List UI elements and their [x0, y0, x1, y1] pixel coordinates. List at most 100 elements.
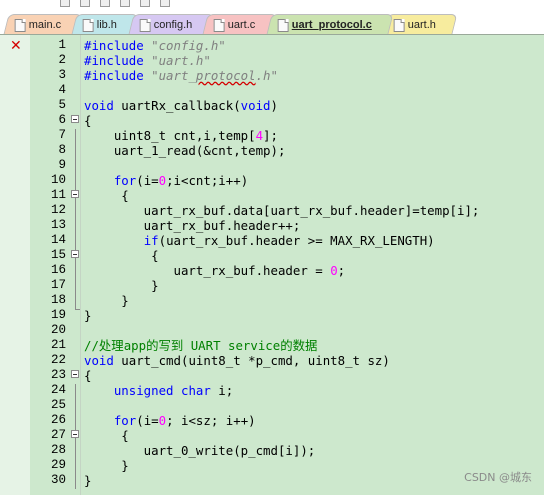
- keyword: if: [143, 233, 159, 248]
- preprocessor-directive: #include: [84, 68, 152, 83]
- code-text: uart_rx_buf.data[uart_rx_buf.header]=tem…: [84, 203, 480, 218]
- fold-toggle-icon[interactable]: [71, 250, 79, 258]
- line-number: 8: [58, 143, 66, 157]
- fold-toggle-icon[interactable]: [71, 430, 79, 438]
- line-number: 19: [50, 308, 66, 322]
- code-text: uart_1_read(&cnt,temp);: [84, 143, 286, 158]
- tab-label: uart_protocol.c: [291, 18, 372, 31]
- code-line[interactable]: 29 }: [0, 458, 544, 473]
- code-line[interactable]: 22 void uart_cmd(uint8_t *p_cmd, uint8_t …: [0, 353, 544, 368]
- toolbar-icon[interactable]: [80, 0, 90, 7]
- string-literal: .h": [255, 68, 278, 83]
- code-line[interactable]: 7 uint8_t cnt,i,temp[4];: [0, 128, 544, 143]
- line-number: 20: [50, 323, 66, 337]
- line-number: 5: [58, 98, 66, 112]
- line-number: 9: [58, 158, 66, 172]
- file-tabs: main.c lib.h config.h uart.c uart_protoc…: [3, 12, 458, 34]
- code-line[interactable]: 9: [0, 158, 544, 173]
- code-line[interactable]: 12 uart_rx_buf.data[uart_rx_buf.header]=…: [0, 203, 544, 218]
- code-line[interactable]: 20: [0, 323, 544, 338]
- line-number: 10: [50, 173, 66, 187]
- code-text: }: [84, 293, 129, 308]
- code-content: }: [84, 458, 128, 473]
- code-line[interactable]: 16 uart_rx_buf.header = 0;: [0, 263, 544, 278]
- code-content: uart_1_read(&cnt,temp);: [84, 143, 286, 158]
- string-literal: "uart.h": [151, 53, 211, 68]
- fold-toggle-icon[interactable]: [71, 370, 79, 378]
- number-literal: 0: [158, 173, 167, 188]
- code-content: #include "uart.h": [84, 53, 211, 68]
- line-number: 3: [58, 68, 66, 82]
- code-line[interactable]: 25: [0, 398, 544, 413]
- tab-uart-c[interactable]: uart.c: [202, 14, 278, 34]
- code-text: }: [84, 308, 92, 323]
- line-number: 12: [50, 203, 66, 217]
- line-number: 29: [50, 458, 66, 472]
- tab-main-c[interactable]: main.c: [3, 14, 83, 34]
- code-line[interactable]: 21 //处理app的写到 UART service的数据: [0, 338, 544, 353]
- code-line[interactable]: 6{: [0, 113, 544, 128]
- code-editor[interactable]: ✕ 1 #include "config.h" 2 #include "uart.h"…: [0, 34, 544, 495]
- code-text: (i=: [136, 173, 159, 188]
- code-line[interactable]: 8 uart_1_read(&cnt,temp);: [0, 143, 544, 158]
- code-line[interactable]: 10 for(i=0;i<cnt;i++): [0, 173, 544, 188]
- tab-uart-protocol-c[interactable]: uart_protocol.c: [266, 14, 394, 34]
- code-text: uartRx_callback(: [113, 98, 241, 113]
- line-number: 24: [50, 383, 66, 397]
- code-line[interactable]: 11 {: [0, 188, 544, 203]
- string-literal: "uart_: [151, 68, 196, 83]
- code-line[interactable]: 18 }: [0, 293, 544, 308]
- code-text: ;i<cnt;i++): [166, 173, 249, 188]
- code-line[interactable]: 19}: [0, 308, 544, 323]
- code-line[interactable]: 13 uart_rx_buf.header++;: [0, 218, 544, 233]
- code-content: uart_rx_buf.header = 0;: [84, 263, 346, 278]
- code-line[interactable]: 17 }: [0, 278, 544, 293]
- code-line[interactable]: 5 void uartRx_callback(void): [0, 98, 544, 113]
- code-line[interactable]: 23 {: [0, 368, 544, 383]
- file-icon: [139, 19, 151, 32]
- line-number: 26: [50, 413, 66, 427]
- toolbar-icon[interactable]: [120, 0, 130, 7]
- code-line[interactable]: 15 {: [0, 248, 544, 263]
- code-text: {: [84, 428, 129, 443]
- line-number: 23: [50, 368, 66, 382]
- code-content: #include "uart_protocol.h": [84, 68, 278, 83]
- line-number: 22: [50, 353, 66, 367]
- code-text: ): [270, 98, 278, 113]
- tab-config-h[interactable]: config.h: [128, 14, 214, 34]
- tab-label: uart.h: [407, 18, 436, 31]
- code-text: uart_0_write(p_cmd[i]);: [84, 443, 316, 458]
- code-line[interactable]: 1 #include "config.h": [0, 38, 544, 53]
- code-line[interactable]: 24 unsigned char i;: [0, 383, 544, 398]
- code-line[interactable]: 26 for(i=0; i<sz; i++): [0, 413, 544, 428]
- line-number: 30: [50, 473, 66, 487]
- toolbar-icon[interactable]: [60, 0, 70, 7]
- file-icon: [83, 19, 95, 32]
- line-number: 25: [50, 398, 66, 412]
- code-line[interactable]: 4: [0, 83, 544, 98]
- code-text: (uart_rx_buf.header >= MAX_RX_LENGTH): [158, 233, 435, 248]
- fold-toggle-icon[interactable]: [71, 190, 79, 198]
- fold-toggle-icon[interactable]: [71, 115, 79, 123]
- toolbar-icon[interactable]: [100, 0, 110, 7]
- code-line[interactable]: 3 #include "uart_protocol.h": [0, 68, 544, 83]
- code-line[interactable]: 30}: [0, 473, 544, 488]
- toolbar-icon[interactable]: [160, 0, 170, 7]
- tab-label: main.c: [28, 18, 62, 31]
- line-number: 14: [50, 233, 66, 247]
- code-line[interactable]: 2 #include "uart.h": [0, 53, 544, 68]
- code-text: uint8_t cnt,i,temp[: [84, 128, 256, 143]
- code-line[interactable]: 28 uart_0_write(p_cmd[i]);: [0, 443, 544, 458]
- code-line[interactable]: 27 {: [0, 428, 544, 443]
- preprocessor-directive: #include: [84, 53, 152, 68]
- code-text: ; i<sz; i++): [166, 413, 256, 428]
- toolbar-strip: [60, 0, 170, 8]
- number-literal: 0: [330, 263, 338, 278]
- toolbar-icon[interactable]: [140, 0, 150, 7]
- line-number: 17: [50, 278, 66, 292]
- tab-uart-h[interactable]: uart.h: [382, 14, 458, 34]
- number-literal: 0: [158, 413, 167, 428]
- code-line[interactable]: 14 if(uart_rx_buf.header >= MAX_RX_LENGT…: [0, 233, 544, 248]
